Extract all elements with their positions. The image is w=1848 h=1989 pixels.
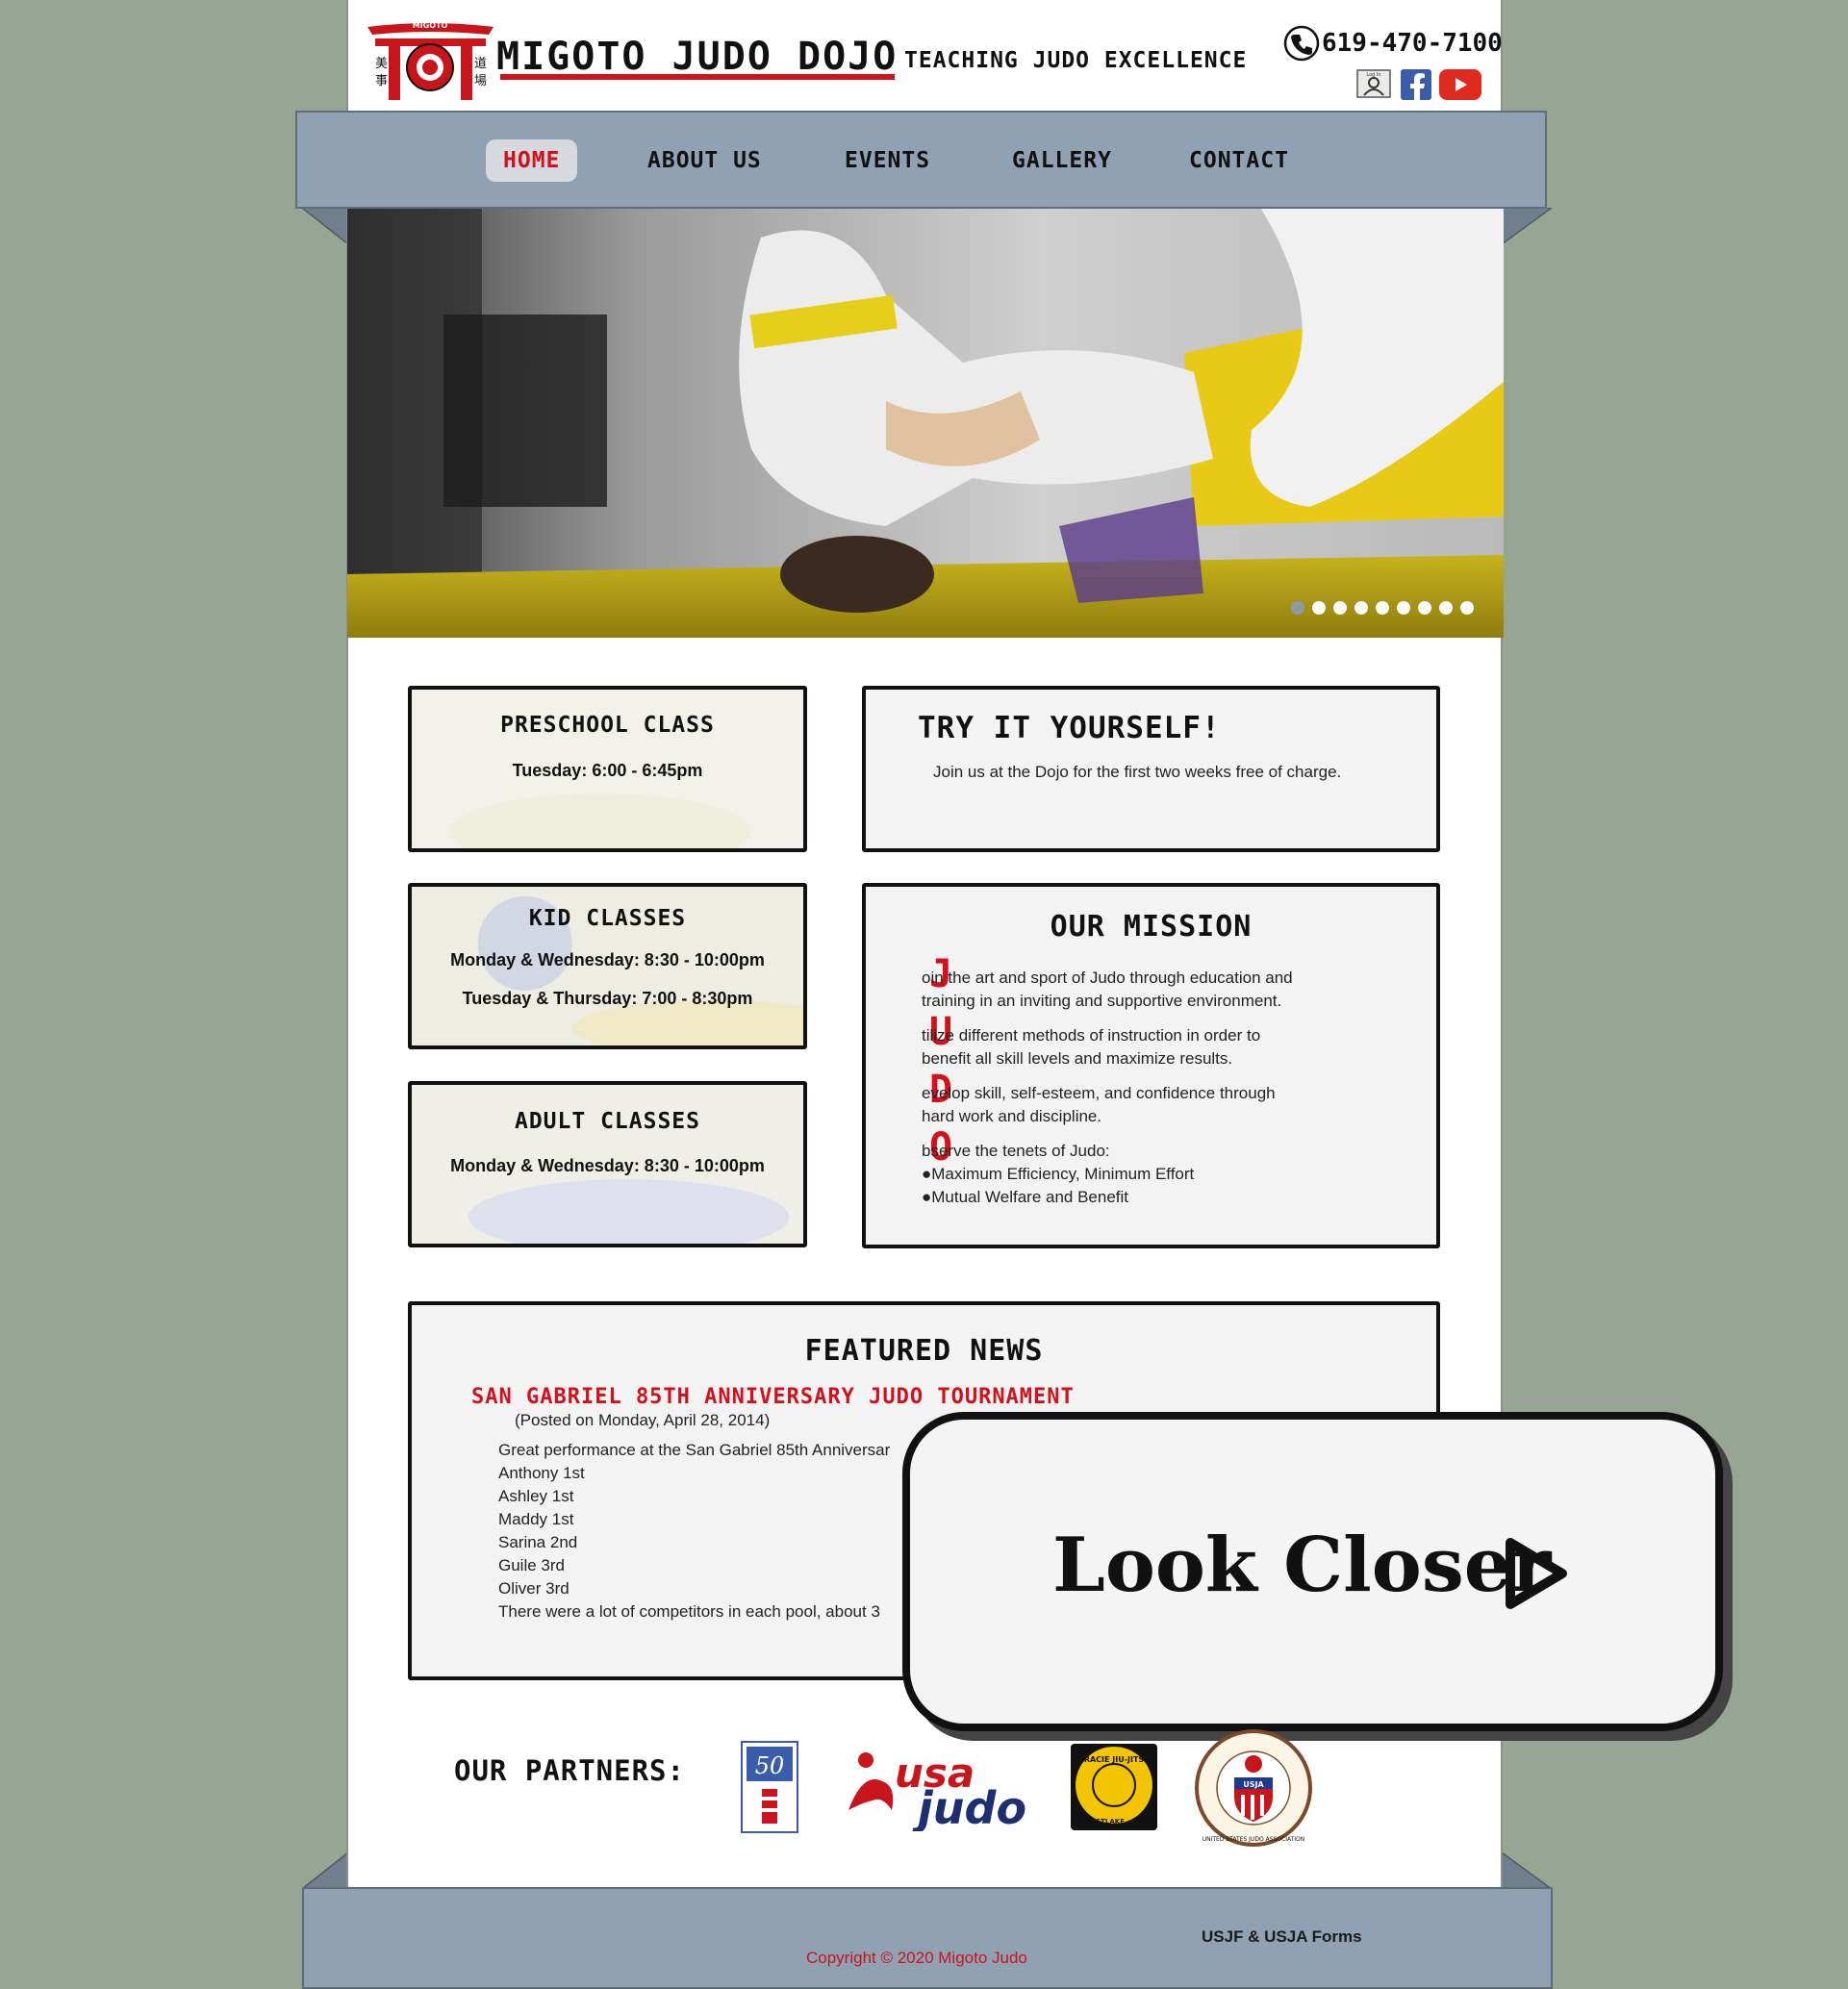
login-icon[interactable]: Log In [1356,69,1391,98]
mission-row-j-line-1: oin the art and sport of Judo through ed… [922,969,1293,987]
kid-classes-card: KID CLASSES Monday & Wednesday: 8:30 - 1… [408,883,807,1049]
nav-about-us[interactable]: ABOUT US [630,139,779,182]
news-intro: Great performance at the San Gabriel 85t… [498,1441,891,1459]
login-label: Log In [1366,72,1380,78]
news-title: FEATURED NEWS [804,1334,1044,1368]
site-name-underline [500,74,895,80]
footer-bar [302,1887,1553,1989]
slideshow-dot-9[interactable] [1460,601,1474,615]
try-it-title: TRY IT YOURSELF! [918,711,1221,745]
try-it-text: Join us at the Dojo for the first two we… [933,763,1342,781]
nav-events[interactable]: EVENTS [827,139,948,182]
nav-gallery[interactable]: GALLERY [995,139,1129,182]
nav-contact[interactable]: CONTACT [1172,139,1306,182]
slideshow-dot-7[interactable] [1418,601,1431,615]
gracie-logo-text: GRACIE JIU-JITSU [1077,1755,1150,1764]
mission-row-j-line-2: training in an inviting and supportive e… [922,992,1282,1010]
preschool-class-card: PRESCHOOL CLASS Tuesday: 6:00 - 6:45pm [408,686,807,852]
logo-text: MIGOTO [413,21,448,30]
usa-judo-bottom-text: judo [912,1782,1026,1831]
svg-text:道: 道 [474,57,487,71]
news-result-4: Sarina 2nd [498,1533,578,1551]
slideshow-dot-8[interactable] [1439,601,1453,615]
nav-ribbon-fold-left [302,208,348,244]
news-headline[interactable]: SAN GABRIEL 85TH ANNIVERSARY JUDO TOURNA… [471,1385,1075,1409]
svg-text:50: 50 [755,1752,785,1779]
adult-classes-title: ADULT CLASSES [514,1109,700,1134]
play-arrow-icon[interactable] [1503,1535,1570,1612]
tagline: Teaching Judo Excellence [904,48,1248,73]
slideshow-dot-3[interactable] [1333,601,1347,615]
svg-text:美: 美 [375,57,388,71]
usjf-logo[interactable]: 50 [741,1741,798,1833]
site-name[interactable]: Migoto Judo Dojo [496,35,898,79]
nav-ribbon-fold-right [1502,208,1552,244]
phone-number[interactable]: 619-470-7100 [1322,29,1503,58]
adult-classes-card: ADULT CLASSES Monday & Wednesday: 8:30 -… [408,1081,807,1247]
svg-text:事: 事 [375,74,388,88]
usja-center-text: USJA [1243,1780,1264,1789]
gracie-jiu-jitsu-logo[interactable]: GRACIE JIU-JITSU EASTLAKE · CA [1070,1743,1158,1831]
copyright-text: Copyright © 2020 Migoto Judo [806,1949,1027,1967]
usja-ring-text: UNITED STATES JUDO ASSOCIATION [1202,1836,1305,1843]
slideshow-dot-2[interactable] [1312,601,1326,615]
mission-row-o-line-1: bserve the tenets of Judo: [922,1142,1110,1160]
usja-logo[interactable]: USJA UNITED STATES JUDO ASSOCIATION [1195,1729,1312,1847]
footer-ribbon-fold-right [1502,1852,1552,1889]
kid-classes-time-2: Tuesday & Thursday: 7:00 - 8:30pm [462,989,753,1008]
news-posted-date: (Posted on Monday, April 28, 2014) [515,1411,771,1429]
usjf-usja-forms-link[interactable]: USJF & USJA Forms [1202,1927,1362,1947]
news-result-2: Ashley 1st [498,1487,574,1505]
mission-row-d-line-1: evelop skill, self-esteem, and confidenc… [922,1084,1276,1102]
mission-row-o-line-3: ●Mutual Welfare and Benefit [922,1188,1129,1206]
slideshow-dots [1291,601,1474,615]
news-result-6: Oliver 3rd [498,1579,570,1598]
news-outro: There were a lot of competitors in each … [498,1602,880,1621]
news-result-3: Maddy 1st [498,1510,574,1528]
hero-slideshow-image[interactable] [347,209,1504,638]
slideshow-dot-4[interactable] [1354,601,1368,615]
usa-judo-logo[interactable]: usa judo [839,1743,1027,1831]
news-result-5: Guile 3rd [498,1556,565,1574]
kid-classes-time-1: Monday & Wednesday: 8:30 - 10:00pm [450,950,765,969]
kid-classes-title: KID CLASSES [528,906,687,931]
slideshow-dot-6[interactable] [1397,601,1410,615]
preschool-class-title: PRESCHOOL CLASS [500,713,715,738]
mission-title: OUR MISSION [1050,910,1253,944]
mission-row-o-line-2: ●Maximum Efficiency, Minimum Effort [922,1165,1195,1183]
gracie-logo-sub: EASTLAKE · CA [1086,1818,1143,1825]
footer-ribbon-fold-left [302,1852,348,1889]
try-it-yourself-card: TRY IT YOURSELF! Join us at the Dojo for… [862,686,1440,852]
mission-row-u-line-1: tilize different methods of instruction … [922,1026,1261,1045]
torii-logo[interactable]: MIGOTO 美 事 道 場 [366,17,495,102]
youtube-icon[interactable] [1439,69,1481,100]
look-closer-label[interactable]: Look Closer [1052,1522,1551,1609]
partners-label: OUR PARTNERS: [454,1754,685,1787]
nav-home[interactable]: HOME [486,139,578,182]
phone-icon [1283,25,1320,62]
svg-text:場: 場 [474,74,487,88]
adult-classes-time: Monday & Wednesday: 8:30 - 10:00pm [450,1156,765,1175]
slideshow-dot-5[interactable] [1376,601,1389,615]
news-result-1: Anthony 1st [498,1464,585,1482]
preschool-class-time: Tuesday: 6:00 - 6:45pm [512,761,703,780]
mission-row-u-line-2: benefit all skill levels and maximize re… [922,1049,1233,1068]
slideshow-dot-1[interactable] [1291,601,1304,615]
facebook-icon[interactable] [1401,69,1431,100]
mission-row-d-line-2: hard work and discipline. [922,1107,1102,1125]
